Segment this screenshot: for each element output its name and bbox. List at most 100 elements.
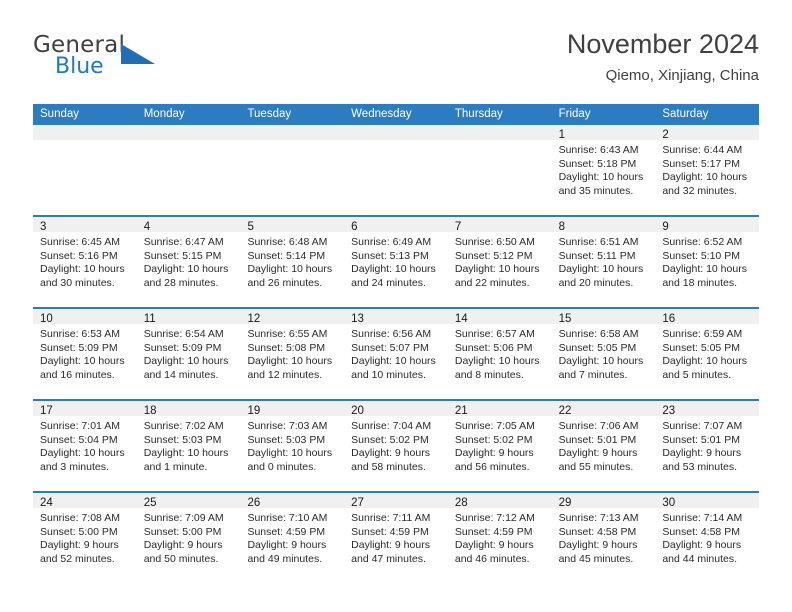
day-cell[interactable]: 2 Sunrise: 6:44 AM Sunset: 5:17 PM Dayli… (655, 125, 760, 215)
day-number: 13 (351, 313, 364, 325)
day-cell[interactable]: 27 Sunrise: 7:11 AM Sunset: 4:59 PM Dayl… (344, 493, 448, 583)
day-cell (240, 125, 345, 215)
sunrise-text: Sunrise: 7:12 AM (454, 512, 535, 524)
day-cell[interactable]: 11 Sunrise: 6:54 AM Sunset: 5:09 PM Dayl… (136, 309, 241, 399)
day-number: 4 (143, 221, 151, 233)
day-cell[interactable]: 28 Sunrise: 7:12 AM Sunset: 4:59 PM Dayl… (447, 493, 552, 583)
daylight-text-line1: Daylight: 10 hours (558, 355, 644, 368)
sunrise-text: Sunrise: 7:01 AM (40, 420, 120, 432)
daylight-text-line2: and 55 minutes. (558, 460, 634, 473)
sunrise-text: Sunrise: 6:53 AM (40, 328, 120, 340)
daylight-text-line2: and 7 minutes. (558, 368, 628, 381)
day-cell[interactable]: 15 Sunrise: 6:58 AM Sunset: 5:05 PM Dayl… (551, 309, 656, 399)
day-number: 11 (143, 313, 156, 325)
sunrise-text: Sunrise: 7:08 AM (40, 512, 120, 524)
day-number-band: 1 (551, 125, 656, 141)
day-cell[interactable]: 13 Sunrise: 6:56 AM Sunset: 5:07 PM Dayl… (344, 309, 448, 399)
sunset-text: Sunset: 5:05 PM (558, 341, 637, 354)
day-cell[interactable]: 9 Sunrise: 6:52 AM Sunset: 5:10 PM Dayli… (655, 217, 760, 307)
weekday-header-row: Sunday Monday Tuesday Wednesday Thursday… (33, 104, 759, 125)
day-number: 26 (247, 497, 261, 509)
day-cell[interactable]: 12 Sunrise: 6:55 AM Sunset: 5:08 PM Dayl… (240, 309, 345, 399)
daylight-text-line2: and 26 minutes. (247, 276, 323, 289)
day-number-band: 2 (655, 125, 760, 141)
daylight-text-line2: and 47 minutes. (351, 552, 426, 565)
day-number-band: 29 (551, 493, 656, 509)
day-cell[interactable]: 3 Sunrise: 6:45 AM Sunset: 5:16 PM Dayli… (33, 217, 137, 307)
sunrise-text: Sunrise: 6:51 AM (558, 236, 639, 248)
daylight-text-line2: and 53 minutes. (662, 460, 738, 473)
day-cell[interactable]: 4 Sunrise: 6:47 AM Sunset: 5:15 PM Dayli… (136, 217, 241, 307)
day-cell[interactable]: 8 Sunrise: 6:51 AM Sunset: 5:11 PM Dayli… (551, 217, 656, 307)
daylight-text-line1: Daylight: 10 hours (662, 171, 747, 184)
day-cell[interactable]: 25 Sunrise: 7:09 AM Sunset: 5:00 PM Dayl… (136, 493, 241, 583)
day-number: 19 (247, 405, 261, 417)
logo-text-blue: Blue (55, 54, 104, 79)
sunset-text: Sunset: 5:02 PM (454, 433, 533, 446)
day-number: 7 (454, 221, 462, 233)
sunset-text: Sunset: 4:59 PM (351, 525, 429, 538)
daylight-text-line1: Daylight: 10 hours (143, 355, 229, 368)
weekday-header-wednesday: Wednesday (351, 108, 412, 120)
daylight-text-line2: and 28 minutes. (143, 276, 219, 289)
sunrise-text: Sunrise: 6:55 AM (247, 328, 328, 340)
daylight-text-line1: Daylight: 10 hours (454, 355, 540, 368)
day-cell[interactable]: 16 Sunrise: 6:59 AM Sunset: 5:05 PM Dayl… (655, 309, 760, 399)
day-number-band: 10 (33, 309, 137, 325)
day-cell (136, 125, 241, 215)
day-number-band: 24 (33, 493, 137, 509)
day-cell[interactable]: 22 Sunrise: 7:06 AM Sunset: 5:01 PM Dayl… (551, 401, 656, 491)
day-cell (344, 125, 448, 215)
sunset-text: Sunset: 5:11 PM (558, 249, 636, 262)
day-cell[interactable]: 21 Sunrise: 7:05 AM Sunset: 5:02 PM Dayl… (447, 401, 552, 491)
daylight-text-line1: Daylight: 10 hours (351, 355, 436, 368)
weekday-header-sunday: Sunday (40, 108, 80, 120)
daylight-text-line2: and 8 minutes. (454, 368, 524, 381)
daylight-text-line1: Daylight: 9 hours (558, 447, 638, 460)
day-cell[interactable]: 26 Sunrise: 7:10 AM Sunset: 4:59 PM Dayl… (240, 493, 345, 583)
day-details: Sunrise: 6:54 AM Sunset: 5:09 PM Dayligh… (137, 324, 241, 382)
daylight-text-line1: Daylight: 9 hours (247, 539, 327, 552)
daylight-text-line2: and 56 minutes. (454, 460, 530, 473)
day-cell[interactable]: 24 Sunrise: 7:08 AM Sunset: 5:00 PM Dayl… (33, 493, 137, 583)
daylight-text-line2: and 3 minutes. (40, 460, 109, 473)
sunset-text: Sunset: 5:06 PM (454, 341, 533, 354)
day-number: 18 (143, 405, 157, 417)
sunset-text: Sunset: 5:05 PM (662, 341, 740, 354)
day-cell[interactable]: 7 Sunrise: 6:50 AM Sunset: 5:12 PM Dayli… (447, 217, 552, 307)
day-cell[interactable]: 19 Sunrise: 7:03 AM Sunset: 5:03 PM Dayl… (240, 401, 345, 491)
day-details: Sunrise: 7:02 AM Sunset: 5:03 PM Dayligh… (137, 416, 241, 474)
day-details: Sunrise: 7:08 AM Sunset: 5:00 PM Dayligh… (33, 508, 137, 566)
day-cell[interactable]: 10 Sunrise: 6:53 AM Sunset: 5:09 PM Dayl… (33, 309, 137, 399)
day-cell[interactable]: 14 Sunrise: 6:57 AM Sunset: 5:06 PM Dayl… (447, 309, 552, 399)
daylight-text-line2: and 0 minutes. (247, 460, 317, 473)
day-cell[interactable]: 30 Sunrise: 7:14 AM Sunset: 4:58 PM Dayl… (655, 493, 760, 583)
daylight-text-line2: and 12 minutes. (247, 368, 323, 381)
day-cell[interactable]: 29 Sunrise: 7:13 AM Sunset: 4:58 PM Dayl… (551, 493, 656, 583)
daylight-text-line2: and 49 minutes. (247, 552, 323, 565)
daylight-text-line2: and 30 minutes. (40, 276, 115, 289)
day-details: Sunrise: 6:44 AM Sunset: 5:17 PM Dayligh… (655, 140, 759, 198)
sunrise-text: Sunrise: 6:59 AM (662, 328, 743, 340)
day-number: 28 (454, 497, 468, 509)
general-blue-logo[interactable]: General Blue (33, 32, 263, 90)
daylight-text-line1: Daylight: 9 hours (454, 539, 534, 552)
day-cell[interactable]: 1 Sunrise: 6:43 AM Sunset: 5:18 PM Dayli… (551, 125, 656, 215)
day-details: Sunrise: 7:10 AM Sunset: 4:59 PM Dayligh… (240, 508, 344, 566)
day-cell[interactable]: 18 Sunrise: 7:02 AM Sunset: 5:03 PM Dayl… (136, 401, 241, 491)
sunset-text: Sunset: 4:59 PM (247, 525, 326, 538)
day-number-band: 3 (33, 217, 137, 233)
day-number-band: 19 (240, 401, 345, 417)
day-cell[interactable]: 5 Sunrise: 6:48 AM Sunset: 5:14 PM Dayli… (240, 217, 345, 307)
day-cell[interactable]: 23 Sunrise: 7:07 AM Sunset: 5:01 PM Dayl… (655, 401, 760, 491)
sunset-text: Sunset: 5:08 PM (247, 341, 326, 354)
day-number-band (344, 125, 448, 140)
day-cell[interactable]: 17 Sunrise: 7:01 AM Sunset: 5:04 PM Dayl… (33, 401, 137, 491)
sunset-text: Sunset: 5:09 PM (143, 341, 222, 354)
day-cell[interactable]: 6 Sunrise: 6:49 AM Sunset: 5:13 PM Dayli… (344, 217, 448, 307)
day-number: 10 (40, 313, 53, 325)
day-number-band: 7 (447, 217, 552, 233)
day-cell[interactable]: 20 Sunrise: 7:04 AM Sunset: 5:02 PM Dayl… (344, 401, 448, 491)
week-row: 3 Sunrise: 6:45 AM Sunset: 5:16 PM Dayli… (33, 215, 760, 307)
day-details (137, 140, 241, 144)
